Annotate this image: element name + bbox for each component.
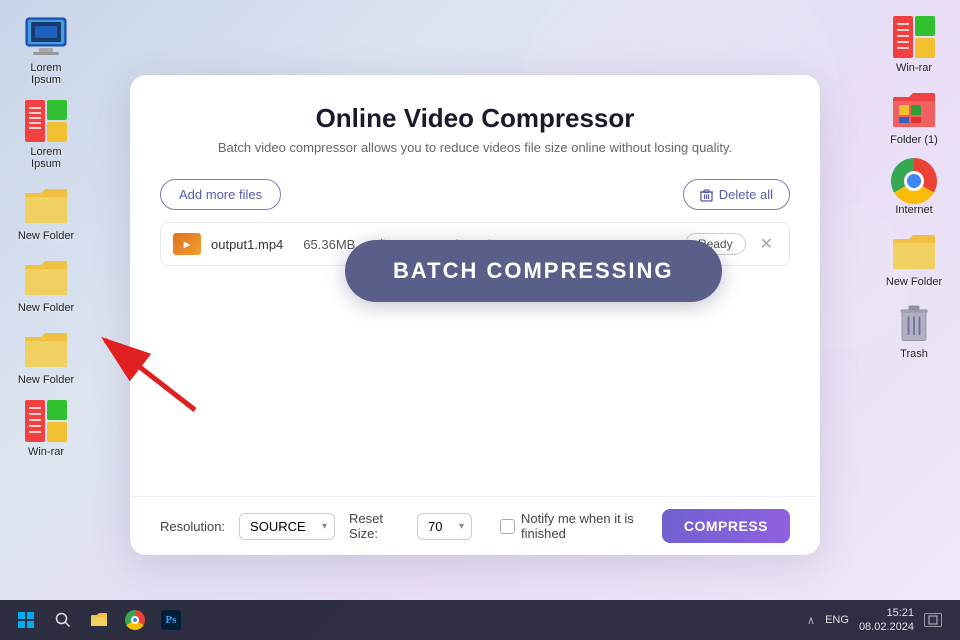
- desktop-icon-folder3[interactable]: New Folder: [10, 322, 82, 390]
- desktop-icon-winrar1[interactable]: Lorem Ipsum: [10, 94, 82, 174]
- app-header: Online Video Compressor Batch video comp…: [130, 75, 820, 165]
- folder-icon: [23, 254, 69, 300]
- app-toolbar: Add more files Delete all: [130, 165, 820, 218]
- desktop-icon-label: Win-rar: [896, 62, 932, 74]
- winrar-icon: [23, 98, 69, 144]
- app-title: Online Video Compressor: [170, 103, 780, 134]
- file-thumb: ▶: [173, 233, 201, 255]
- desktop-icons-left: Lorem Ipsum Lorem Ipsum New Folder Ne: [10, 10, 82, 462]
- resolution-select-wrapper: SOURCE 1080p 720p 480p 360p ▾: [239, 513, 335, 540]
- desktop-icon-label: Lorem Ipsum: [14, 62, 78, 86]
- desktop-icon-folder2[interactable]: New Folder: [10, 250, 82, 318]
- taskbar: Ps ∧ ENG 15:21 08.02.2024: [0, 600, 960, 640]
- desktop-icon-label: New Folder: [18, 230, 74, 242]
- taskbar-date-text: 08.02.2024: [859, 620, 914, 634]
- reset-size-select-wrapper: 50 60 70 80 90 ▾: [417, 513, 472, 540]
- desktop-icon-label: Win-rar: [28, 446, 64, 458]
- desktop-icon-winrar2[interactable]: Win-rar: [10, 394, 82, 462]
- compress-button[interactable]: COMPRESS: [662, 509, 790, 543]
- folder-icon: [23, 326, 69, 372]
- file-name: output1.mp4: [211, 237, 283, 252]
- desktop-icon-label: New Folder: [886, 276, 942, 288]
- taskbar-system-tray: ∧ ENG 15:21 08.02.2024: [807, 606, 952, 635]
- file-close-button[interactable]: ✕: [756, 232, 777, 256]
- search-icon: [55, 612, 71, 628]
- taskbar-ps-button[interactable]: Ps: [154, 605, 188, 635]
- taskbar-notification-button[interactable]: [924, 613, 942, 627]
- notification-icon: [928, 615, 938, 625]
- taskbar-lang: ENG: [825, 614, 849, 626]
- app-window: Online Video Compressor Batch video comp…: [130, 75, 820, 555]
- desktop-icon-folder-right1[interactable]: Folder (1): [878, 82, 950, 150]
- app-footer: Resolution: SOURCE 1080p 720p 480p 360p …: [130, 496, 820, 555]
- reset-size-select[interactable]: 50 60 70 80 90: [417, 513, 472, 540]
- taskbar-time-text: 15:21: [859, 606, 914, 620]
- delete-all-label: Delete all: [719, 187, 773, 202]
- desktop-icon-label: Folder (1): [890, 134, 938, 146]
- desktop-icon-internet[interactable]: Internet: [878, 154, 950, 220]
- desktop-icon-monitor[interactable]: Lorem Ipsum: [10, 10, 82, 90]
- desktop-icon-label: Internet: [895, 204, 932, 216]
- add-files-button[interactable]: Add more files: [160, 179, 281, 210]
- notify-text: Notify me when it is finished: [521, 511, 648, 541]
- desktop-icon-label: New Folder: [18, 302, 74, 314]
- app-subtitle: Batch video compressor allows you to red…: [170, 140, 780, 155]
- folder-icon: [891, 228, 937, 274]
- desktop-icon-winrar-right[interactable]: Win-rar: [878, 10, 950, 78]
- desktop-icon-folder-right2[interactable]: New Folder: [878, 224, 950, 292]
- desktop-icon-folder1[interactable]: New Folder: [10, 178, 82, 246]
- taskbar-search-button[interactable]: [46, 605, 80, 635]
- winrar-icon: [23, 398, 69, 444]
- resolution-select[interactable]: SOURCE 1080p 720p 480p 360p: [239, 513, 335, 540]
- taskbar-file-explorer-button[interactable]: [82, 605, 116, 635]
- desktop-icon-label: Trash: [900, 348, 928, 360]
- desktop-icons-right: Win-rar Folder (1) Internet New Folder: [878, 10, 950, 364]
- folder-icon: [90, 612, 108, 628]
- delete-all-button[interactable]: Delete all: [683, 179, 790, 210]
- notify-label[interactable]: Notify me when it is finished: [500, 511, 648, 541]
- desktop-icon-trash[interactable]: Trash: [878, 296, 950, 364]
- resolution-label: Resolution:: [160, 519, 225, 534]
- red-arrow: [85, 320, 215, 425]
- monitor-icon: [23, 14, 69, 60]
- desktop-icon-label: New Folder: [18, 374, 74, 386]
- start-button[interactable]: [8, 605, 44, 635]
- winrar-icon: [891, 14, 937, 60]
- file-size-original: 65.36MB: [303, 237, 355, 252]
- folder-icon: [23, 182, 69, 228]
- trash-icon: [891, 300, 937, 346]
- taskbar-caret-icon[interactable]: ∧: [807, 614, 815, 627]
- batch-overlay: BATCH COMPRESSING: [345, 240, 722, 302]
- taskbar-clock: 15:21 08.02.2024: [859, 606, 914, 635]
- trash-icon: [700, 188, 713, 202]
- reset-size-label: Reset Size:: [349, 511, 403, 541]
- desktop-icon-label: Lorem Ipsum: [14, 146, 78, 170]
- folder-icon: [891, 86, 937, 132]
- notify-checkbox[interactable]: [500, 519, 515, 534]
- windows-icon: [17, 611, 35, 629]
- taskbar-chrome-button[interactable]: [118, 605, 152, 635]
